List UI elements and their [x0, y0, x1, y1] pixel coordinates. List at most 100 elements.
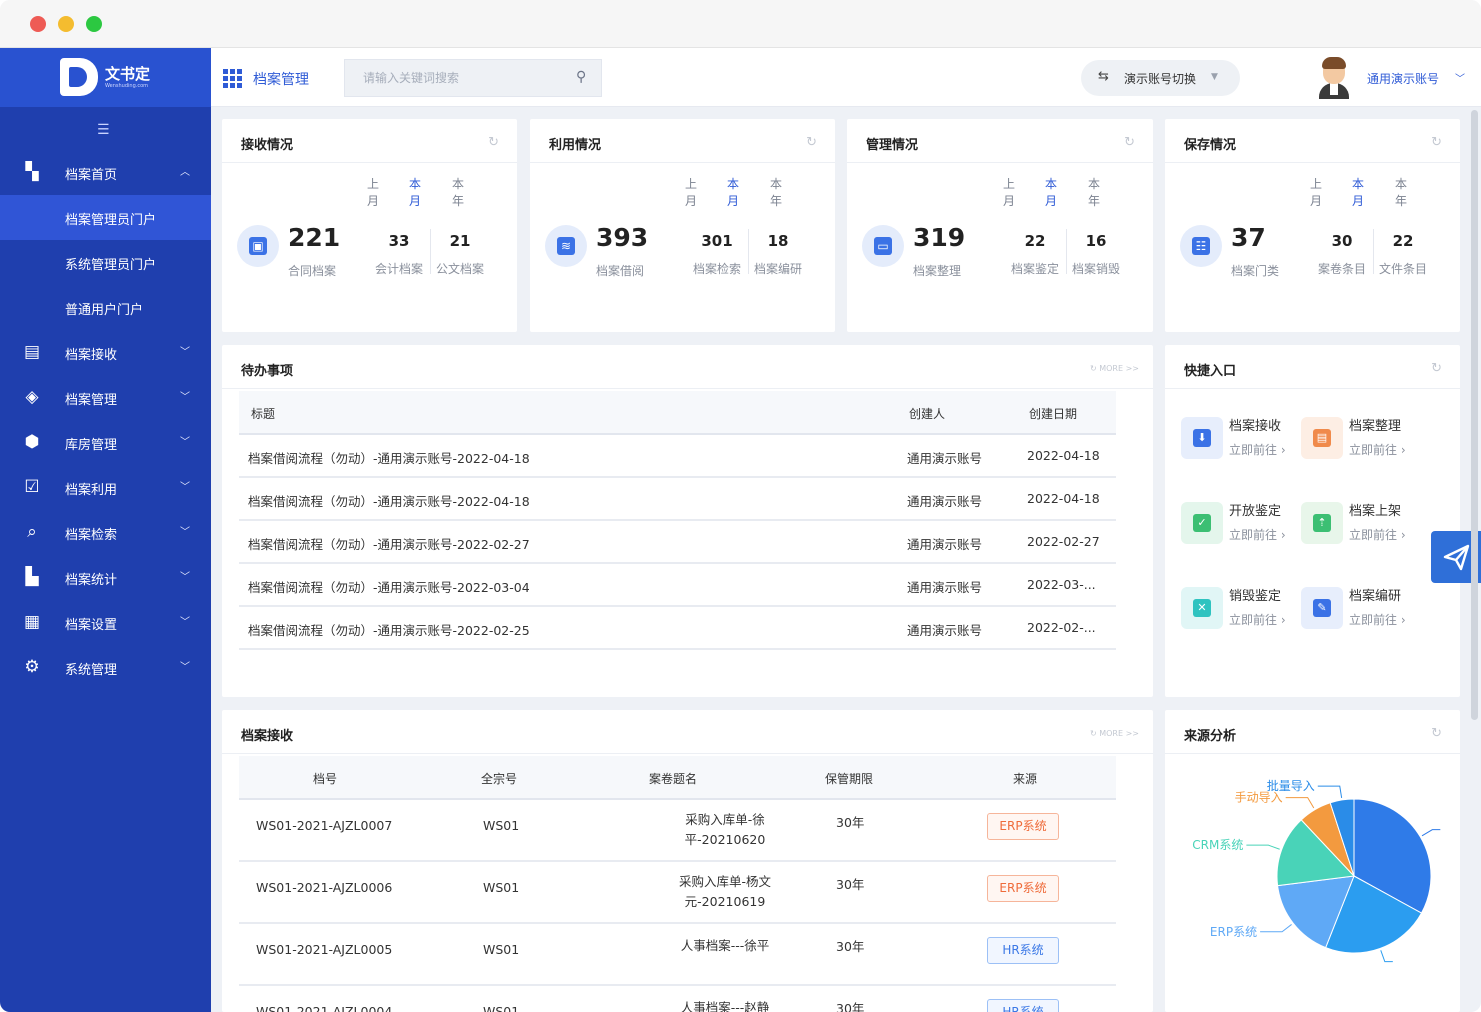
nav-archive-receive[interactable]: ▤ 档案接收 ﹀ [0, 330, 211, 375]
table-header: 档号 全宗号 案卷题名 保管期限 来源 [239, 756, 1116, 800]
table-row[interactable]: WS01-2021-AJZL0004 WS01 人事档案---赵静 30年 HR… [239, 986, 1116, 1012]
more-link[interactable]: ↻ MORE >> [1090, 729, 1139, 738]
quick-entry-4[interactable]: ✕ 销毁鉴定 立即前往 › [1181, 585, 1301, 645]
nav-archive-stats[interactable]: ▙ 档案统计 ﹀ [0, 555, 211, 600]
refresh-icon[interactable]: ↻ [1124, 135, 1135, 150]
top-header: 档案管理 ⚲ ⇆ 演示账号切换 ▼ 通用演示账号 ﹀ [211, 48, 1481, 107]
refresh-icon[interactable]: ↻ [1431, 361, 1442, 376]
tab-last-month[interactable]: 上月 [1310, 175, 1322, 209]
nav-archive-settings[interactable]: ▦ 档案设置 ﹀ [0, 600, 211, 645]
todo-title-cell[interactable]: 档案借阅流程（勿动）-通用演示账号-2022-04-18 [248, 491, 530, 510]
go-now-link[interactable]: 立即前往 › [1349, 611, 1406, 628]
nav-home[interactable]: ▚ 档案首页 ︿ [0, 150, 211, 195]
maximize-window-button[interactable] [86, 16, 102, 32]
table-row[interactable]: 档案借阅流程（勿动）-通用演示账号-2022-04-18 通用演示账号 2022… [239, 435, 1116, 478]
table-row[interactable]: 档案借阅流程（勿动）-通用演示账号-2022-04-18 通用演示账号 2022… [239, 478, 1116, 521]
nav-archive-use[interactable]: ☑ 档案利用 ﹀ [0, 465, 211, 510]
stat-icon: ▣ [237, 225, 279, 267]
quick-entry-label: 档案编研 [1349, 589, 1402, 604]
go-now-link[interactable]: 立即前往 › [1229, 611, 1286, 628]
clipboard-check-icon: ✓ [1181, 502, 1223, 544]
account-switch-button[interactable]: ⇆ 演示账号切换 ▼ [1081, 60, 1240, 96]
inbox-download-icon: ⬇ [1181, 417, 1223, 459]
minimize-window-button[interactable] [58, 16, 74, 32]
nav-sub-user-portal[interactable]: 普通用户门户 [0, 285, 211, 330]
nav-sub-admin-portal[interactable]: 档案管理员门户 [0, 195, 211, 240]
search-document-icon: ⌕ [27, 522, 37, 542]
table-row[interactable]: 档案借阅流程（勿动）-通用演示账号-2022-02-25 通用演示账号 2022… [239, 607, 1116, 650]
cube-icon: ⬢ [24, 432, 40, 452]
nav-sub-sysadmin-portal[interactable]: 系统管理员门户 [0, 240, 211, 285]
refresh-icon[interactable]: ↻ [488, 135, 499, 150]
tab-this-year[interactable]: 本年 [1395, 175, 1407, 209]
todo-title-cell[interactable]: 档案借阅流程（勿动）-通用演示账号-2022-02-27 [248, 534, 530, 553]
table-row[interactable]: 档案借阅流程（勿动）-通用演示账号-2022-03-04 通用演示账号 2022… [239, 564, 1116, 607]
avatar[interactable] [1318, 55, 1350, 99]
quick-entry-1[interactable]: ▤ 档案整理 立即前往 › [1301, 415, 1421, 475]
menu-fold-icon[interactable]: ☰ [97, 122, 110, 138]
close-window-button[interactable] [30, 16, 46, 32]
todo-title-cell[interactable]: 档案借阅流程（勿动）-通用演示账号-2022-02-25 [248, 620, 530, 639]
retention-cell: 30年 [836, 815, 865, 830]
stat-card-title: 利用情况 [549, 138, 602, 153]
todo-date-cell: 2022-02-... [1027, 620, 1096, 635]
refresh-icon[interactable]: ↻ [1431, 135, 1442, 150]
nav-warehouse[interactable]: ⬢ 库房管理 ﹀ [0, 420, 211, 465]
logo-subtitle: Wenshuding.com [105, 83, 149, 89]
scrollbar[interactable] [1471, 110, 1478, 720]
refresh-icon[interactable]: ↻ [1431, 726, 1442, 741]
tab-last-month[interactable]: 上月 [685, 175, 697, 209]
todo-date-cell: 2022-04-18 [1027, 491, 1100, 506]
table-row[interactable]: WS01-2021-AJZL0005 WS01 人事档案---徐平 30年 HR… [239, 924, 1116, 986]
quick-entry-2[interactable]: ✓ 开放鉴定 立即前往 › [1181, 500, 1301, 560]
tab-this-month[interactable]: 本月 [1045, 175, 1057, 209]
volume-title-cell: 采购入库单-杨文 [678, 874, 771, 889]
nav-system-manage[interactable]: ⚙ 系统管理 ﹀ [0, 645, 211, 690]
table-row[interactable]: WS01-2021-AJZL0006 WS01 采购入库单-杨文 元-20210… [239, 862, 1116, 924]
todo-card: 待办事项 ↻ MORE >> 标题 创建人 创建日期 档案借阅流程（勿动）-通用… [222, 345, 1153, 697]
stat-sub-label: 档案编研 [753, 262, 802, 276]
table-row[interactable]: WS01-2021-AJZL0007 WS01 采购入库单-徐 平-202106… [239, 800, 1116, 862]
tab-this-year[interactable]: 本年 [452, 175, 464, 209]
pie-leader-line [1285, 797, 1315, 809]
nav-sub-label: 档案管理员门户 [65, 213, 157, 228]
chevron-down-icon[interactable]: ﹀ [1455, 70, 1465, 85]
go-now-link[interactable]: 立即前往 › [1349, 526, 1406, 543]
go-now-link[interactable]: 立即前往 › [1229, 526, 1286, 543]
fonds-cell: WS01 [483, 818, 520, 833]
table-row[interactable]: 档案借阅流程（勿动）-通用演示账号-2022-02-27 通用演示账号 2022… [239, 521, 1116, 564]
todo-title-cell[interactable]: 档案借阅流程（勿动）-通用演示账号-2022-04-18 [248, 448, 530, 467]
document-list-icon: ▤ [23, 342, 41, 362]
refresh-icon[interactable]: ↻ [806, 135, 817, 150]
tab-this-year[interactable]: 本年 [1088, 175, 1100, 209]
quick-entry-5[interactable]: ✎ 档案编研 立即前往 › [1301, 585, 1421, 645]
user-name[interactable]: 通用演示账号 [1367, 70, 1439, 87]
go-now-link[interactable]: 立即前往 › [1349, 441, 1406, 458]
quick-entry-0[interactable]: ⬇ 档案接收 立即前往 › [1181, 415, 1301, 475]
chevron-down-icon: ﹀ [180, 617, 190, 628]
tab-this-year[interactable]: 本年 [770, 175, 782, 209]
app-grid-icon[interactable] [223, 69, 242, 88]
tab-this-month[interactable]: 本月 [409, 175, 421, 209]
tab-this-month[interactable]: 本月 [727, 175, 739, 209]
tab-last-month[interactable]: 上月 [367, 175, 379, 209]
title-bar [0, 0, 1481, 48]
more-link[interactable]: ↻ MORE >> [1090, 364, 1139, 373]
todo-title-cell[interactable]: 档案借阅流程（勿动）-通用演示账号-2022-03-04 [248, 577, 530, 596]
tab-last-month[interactable]: 上月 [1003, 175, 1015, 209]
volume-title-cell: 人事档案---徐平 [680, 938, 770, 953]
go-now-link[interactable]: 立即前往 › [1229, 441, 1286, 458]
search-input[interactable] [345, 60, 565, 96]
archive-code-cell: WS01-2021-AJZL0005 [256, 942, 393, 957]
tab-this-month[interactable]: 本月 [1352, 175, 1364, 209]
nav-archive-manage[interactable]: ◈ 档案管理 ﹀ [0, 375, 211, 420]
nav-label: 档案检索 [65, 528, 118, 543]
quick-entry-3[interactable]: ⇡ 档案上架 立即前往 › [1301, 500, 1421, 560]
stat-main-value: 319 [913, 223, 966, 252]
volume-title-cell: 人事档案---赵静 [680, 1000, 770, 1012]
more-label: MORE >> [1099, 364, 1139, 373]
logo[interactable]: 文书定 Wenshuding.com [0, 48, 211, 107]
search-icon[interactable]: ⚲ [576, 69, 586, 85]
nav-archive-search[interactable]: ⌕ 档案检索 ﹀ [0, 510, 211, 555]
todo-title: 待办事项 [241, 364, 294, 379]
